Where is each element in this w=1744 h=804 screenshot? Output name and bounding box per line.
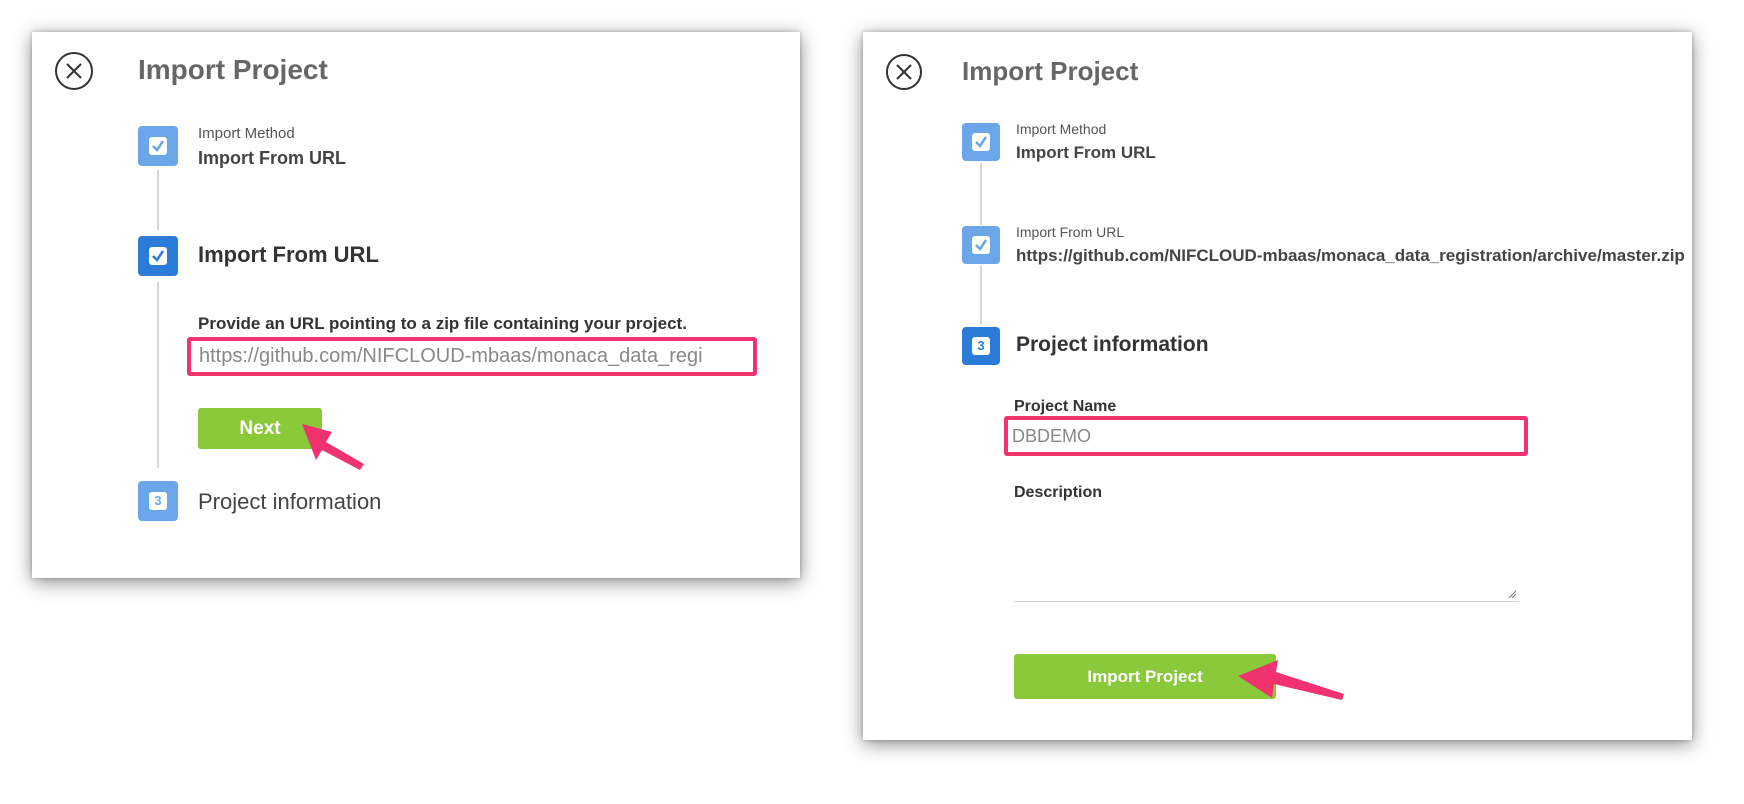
step-complete-icon	[962, 226, 1000, 264]
step-number-icon: 3	[138, 481, 178, 521]
import-project-dialog-left: Import Project Import Method Import From…	[32, 32, 800, 578]
dialog-title: Import Project	[962, 56, 1139, 86]
pointer-arrow-icon	[302, 424, 364, 470]
close-icon[interactable]	[55, 52, 93, 90]
step-connector	[980, 163, 982, 225]
project-name-input[interactable]: DBDEMO	[1004, 416, 1528, 456]
close-icon[interactable]	[886, 54, 922, 90]
project-name-label: Project Name	[1014, 398, 1117, 415]
step1-label: Import Method	[1016, 121, 1107, 137]
step-connector	[980, 266, 982, 324]
import-project-dialog-right: Import Project Import Method Import From…	[863, 32, 1692, 740]
step1-value: Import From URL	[1016, 143, 1156, 162]
step-connector	[157, 282, 159, 468]
url-input-value: https://github.com/NIFCLOUD-mbaas/monaca…	[199, 345, 703, 367]
step1-value: Import From URL	[198, 148, 346, 168]
description-textarea[interactable]	[1014, 510, 1519, 602]
step2-value: https://github.com/NIFCLOUD-mbaas/monaca…	[1016, 246, 1685, 265]
step3-title: Project information	[1016, 333, 1209, 356]
step-complete-icon	[962, 123, 1000, 161]
step1-label: Import Method	[198, 125, 295, 142]
dialog-title: Import Project	[138, 54, 328, 85]
url-input[interactable]: https://github.com/NIFCLOUD-mbaas/monaca…	[187, 337, 757, 376]
step-active-icon	[138, 236, 178, 276]
url-instruction: Provide an URL pointing to a zip file co…	[198, 314, 687, 333]
step-number-icon: 3	[962, 327, 1000, 365]
description-label: Description	[1014, 484, 1103, 501]
resize-grip-icon[interactable]	[1507, 589, 1517, 599]
pointer-arrow-icon	[1238, 660, 1344, 700]
step-connector	[157, 170, 159, 230]
step3-title: Project information	[198, 489, 382, 514]
step2-label: Import From URL	[1016, 224, 1125, 240]
step-complete-icon	[138, 126, 178, 166]
step3-number: 3	[972, 337, 990, 355]
step2-title: Import From URL	[198, 242, 379, 267]
step3-number: 3	[149, 492, 167, 510]
project-name-value: DBDEMO	[1012, 425, 1092, 446]
